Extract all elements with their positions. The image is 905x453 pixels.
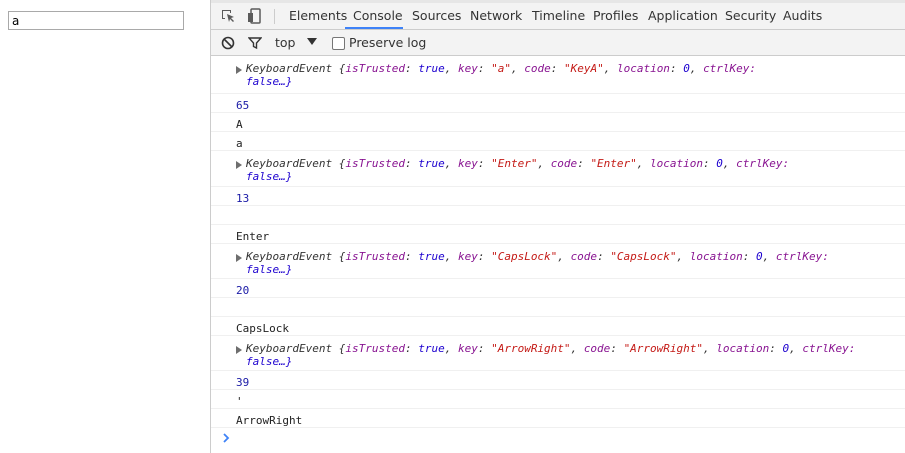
console-message xyxy=(211,206,905,225)
event-object: KeyboardEvent {isTrusted: true, key: "Ar… xyxy=(246,342,856,368)
event-object: KeyboardEvent {isTrusted: true, key: "a"… xyxy=(246,62,757,88)
text-input[interactable] xyxy=(8,11,184,30)
tab-security[interactable]: Security xyxy=(725,3,776,29)
expand-triangle-icon[interactable] xyxy=(236,161,242,169)
console-message xyxy=(211,298,905,317)
tab-console[interactable]: Console xyxy=(353,3,403,29)
tab-network[interactable]: Network xyxy=(470,3,522,29)
console-messages: KeyboardEvent {isTrusted: true, key: "a"… xyxy=(211,56,905,453)
console-message: ArrowRight xyxy=(211,409,905,428)
tab-profiles[interactable]: Profiles xyxy=(593,3,638,29)
preserve-log-checkbox[interactable] xyxy=(332,37,345,50)
console-message: 39 xyxy=(211,371,905,390)
page-area xyxy=(0,0,210,453)
clear-console-icon[interactable] xyxy=(221,36,235,50)
console-message: a xyxy=(211,132,905,151)
devtools-panel: Elements Console Sources Network Timelin… xyxy=(210,0,905,453)
toolbar-divider xyxy=(274,9,275,24)
context-dropdown-arrow-icon[interactable] xyxy=(307,38,317,45)
tab-timeline[interactable]: Timeline xyxy=(532,3,585,29)
console-message: CapsLock xyxy=(211,317,905,336)
tab-application[interactable]: Application xyxy=(648,3,718,29)
console-message: Enter xyxy=(211,225,905,244)
context-selector[interactable]: top xyxy=(275,30,295,56)
filter-icon[interactable] xyxy=(248,36,262,50)
console-message: 65 xyxy=(211,94,905,113)
console-message: 20 xyxy=(211,279,905,298)
console-message: 13 xyxy=(211,187,905,206)
active-tab-indicator xyxy=(345,27,403,29)
expand-triangle-icon[interactable] xyxy=(236,254,242,262)
device-toolbar-icon[interactable] xyxy=(247,8,263,24)
console-message: A xyxy=(211,113,905,132)
expand-triangle-icon[interactable] xyxy=(236,346,242,354)
tab-sources[interactable]: Sources xyxy=(412,3,461,29)
console-message[interactable]: KeyboardEvent {isTrusted: true, key: "Ca… xyxy=(211,244,905,279)
console-message[interactable]: KeyboardEvent {isTrusted: true, key: "a"… xyxy=(211,56,905,94)
event-object: KeyboardEvent {isTrusted: true, key: "Ca… xyxy=(246,250,829,276)
console-prompt-chevron-icon[interactable] xyxy=(222,433,232,443)
console-message[interactable]: KeyboardEvent {isTrusted: true, key: "En… xyxy=(211,151,905,187)
inspect-element-icon[interactable] xyxy=(220,8,236,24)
expand-triangle-icon[interactable] xyxy=(236,66,242,74)
tab-elements[interactable]: Elements xyxy=(289,3,347,29)
tab-audits[interactable]: Audits xyxy=(783,3,822,29)
devtools-tabbar: Elements Console Sources Network Timelin… xyxy=(211,3,905,30)
console-toolbar: top Preserve log xyxy=(211,30,905,56)
console-message: ' xyxy=(211,390,905,409)
console-message[interactable]: KeyboardEvent {isTrusted: true, key: "Ar… xyxy=(211,336,905,371)
event-object: KeyboardEvent {isTrusted: true, key: "En… xyxy=(246,157,790,183)
preserve-log-label: Preserve log xyxy=(349,35,427,50)
